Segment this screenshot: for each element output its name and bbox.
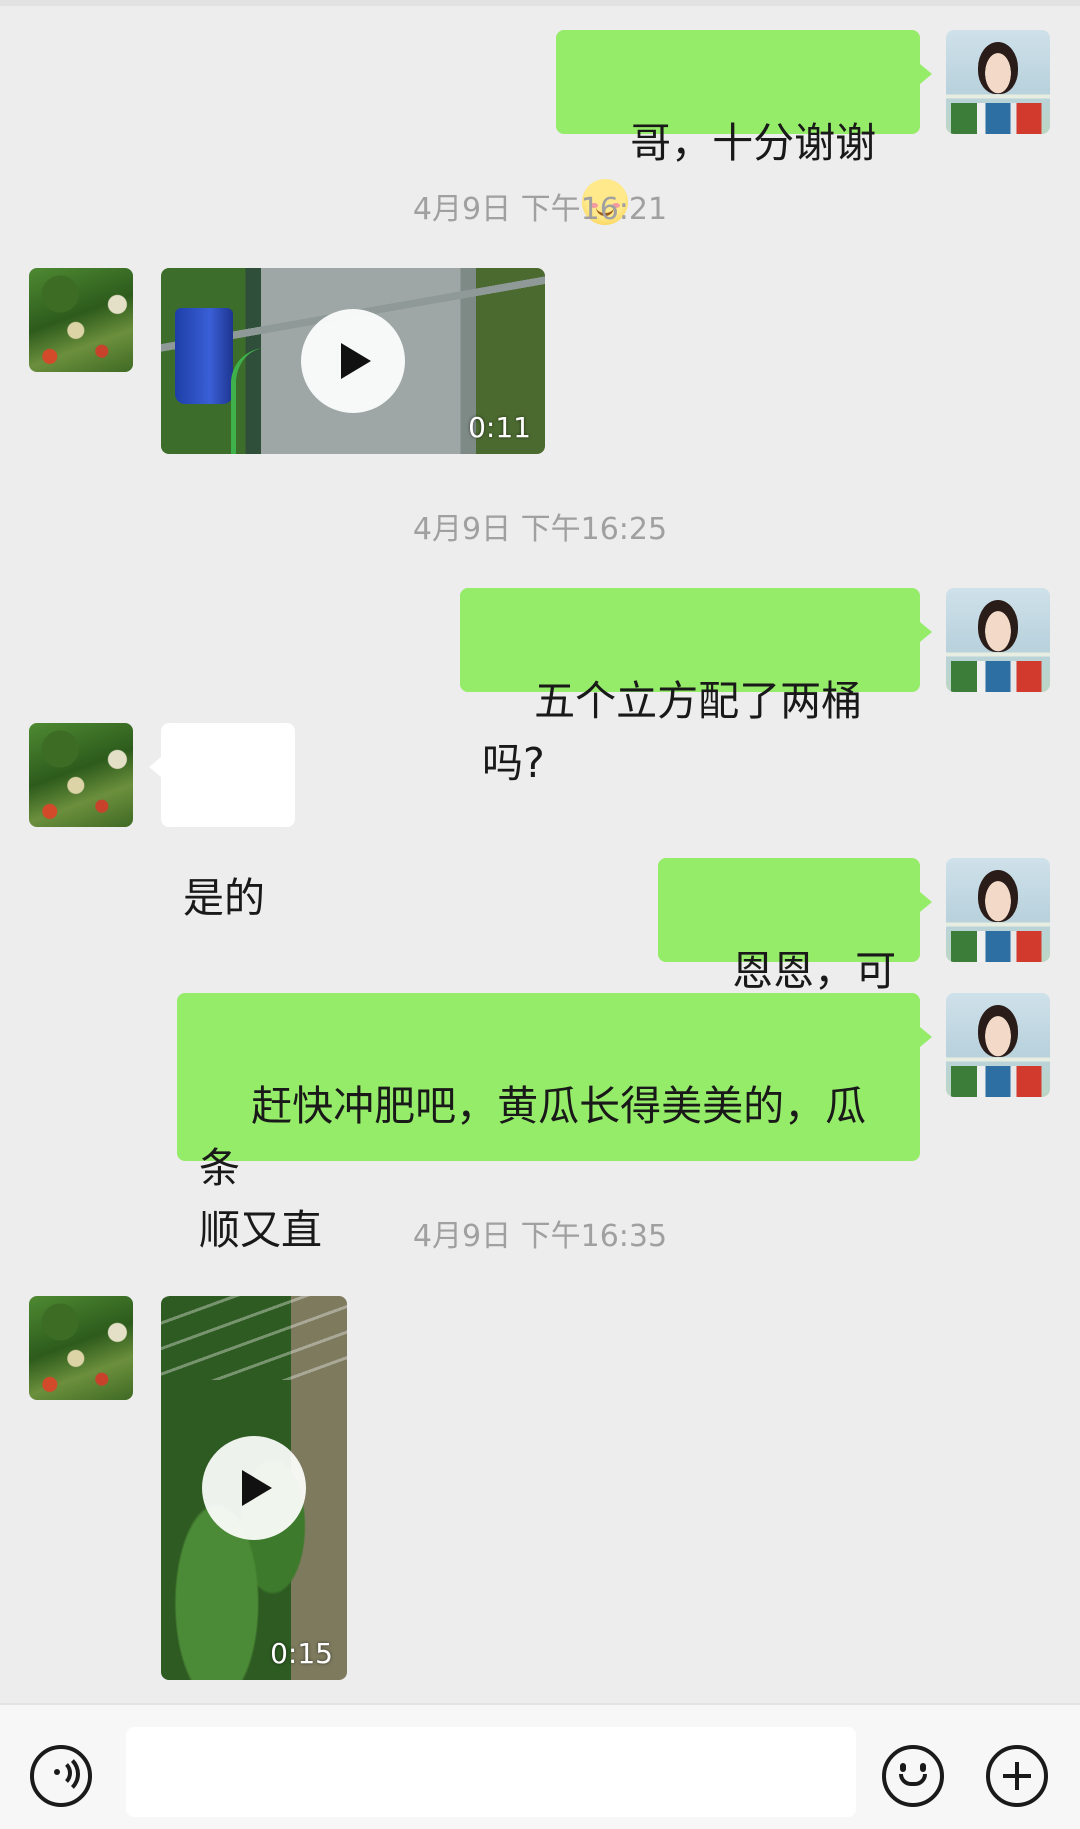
my-avatar[interactable] xyxy=(946,588,1050,692)
video-duration: 0:15 xyxy=(270,1637,333,1670)
my-avatar[interactable] xyxy=(946,993,1050,1097)
message-bubble-me[interactable]: 五个立方配了两桶吗? xyxy=(460,588,932,787)
timestamp: 4月9日 下午16:35 xyxy=(412,1219,668,1254)
plus-icon[interactable] xyxy=(986,1745,1048,1807)
video-message[interactable]: 0:11 xyxy=(161,268,545,454)
friend-avatar[interactable] xyxy=(29,268,133,372)
video-thumbnail xyxy=(175,308,233,404)
friend-avatar[interactable] xyxy=(29,1296,133,1400)
message-bubble-me[interactable]: 哥，十分谢谢 xyxy=(556,30,932,225)
play-icon[interactable] xyxy=(301,309,405,413)
video-message[interactable]: 0:15 xyxy=(161,1296,347,1680)
top-divider xyxy=(0,0,1080,6)
voice-icon[interactable] xyxy=(30,1745,92,1807)
input-bar xyxy=(0,1703,1080,1829)
message-bubble-me[interactable]: 恩恩，可以 xyxy=(658,858,932,1057)
video-duration: 0:11 xyxy=(468,411,531,444)
message-bubble-friend[interactable]: 是的 xyxy=(149,723,295,922)
my-avatar[interactable] xyxy=(946,858,1050,962)
message-text: 是的 xyxy=(183,874,265,922)
message-input[interactable] xyxy=(126,1727,856,1817)
play-icon[interactable] xyxy=(202,1436,306,1540)
friend-avatar[interactable] xyxy=(29,723,133,827)
emoji-icon[interactable] xyxy=(882,1745,944,1807)
chat-area[interactable]: 哥，十分谢谢 4月9日 下午16:21 0:11 4月9日 下午16:25 五个… xyxy=(0,0,1080,1703)
message-text: 五个立方配了两桶吗? xyxy=(482,677,863,787)
my-avatar[interactable] xyxy=(946,30,1050,134)
message-bubble-me[interactable]: 赶快冲肥吧，黄瓜长得美美的，瓜条 顺又直 xyxy=(177,993,932,1254)
timestamp: 4月9日 下午16:21 xyxy=(412,192,668,227)
timestamp: 4月9日 下午16:25 xyxy=(412,512,668,547)
message-text: 哥，十分谢谢 xyxy=(630,119,877,167)
